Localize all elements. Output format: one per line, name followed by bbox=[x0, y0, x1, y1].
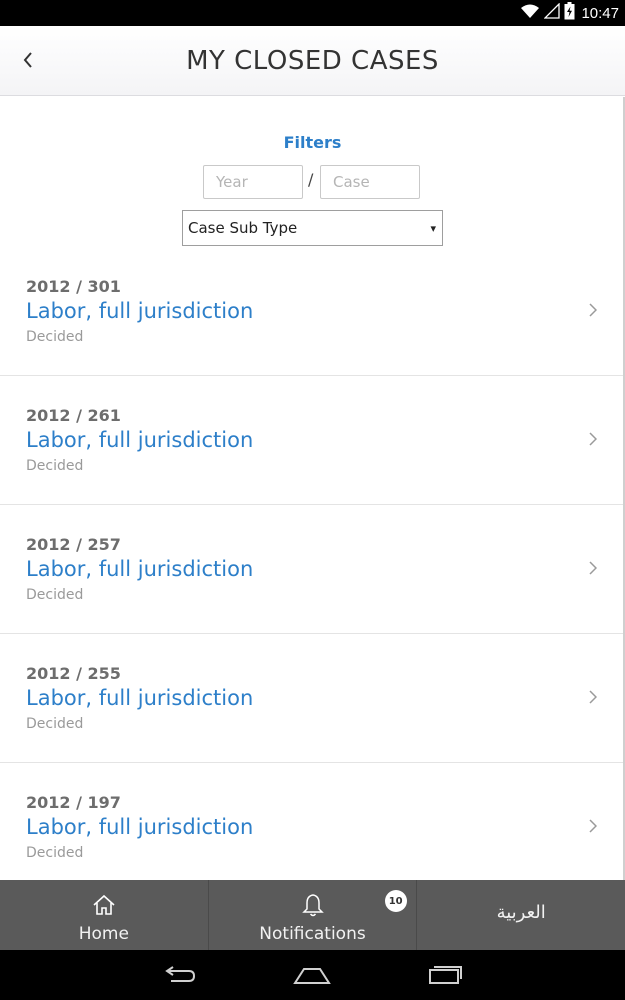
case-status: Decided bbox=[26, 716, 84, 732]
back-arrow-icon bbox=[165, 966, 196, 982]
signal-icon bbox=[543, 2, 561, 23]
case-status: Decided bbox=[26, 845, 84, 861]
case-type: Labor, full jurisdiction bbox=[26, 815, 254, 839]
bell-icon bbox=[301, 894, 324, 917]
case-status: Decided bbox=[26, 587, 84, 603]
status-bar: 10:47 bbox=[0, 0, 625, 26]
nav-home-label: Home bbox=[78, 924, 129, 944]
recents-icon bbox=[429, 966, 462, 984]
case-type: Labor, full jurisdiction bbox=[26, 428, 254, 452]
filters-title: Filters bbox=[283, 133, 342, 152]
system-nav-bar bbox=[0, 950, 625, 1000]
nav-language[interactable]: العربية bbox=[417, 880, 625, 950]
status-time: 10:47 bbox=[581, 4, 619, 22]
case-status: Decided bbox=[26, 458, 84, 474]
case-type: Labor, full jurisdiction bbox=[26, 299, 254, 323]
chevron-right-icon bbox=[589, 819, 597, 833]
chevron-right-icon bbox=[589, 690, 597, 704]
app-header: MY CLOSED CASES bbox=[0, 26, 625, 96]
nav-notifications[interactable]: 10 Notifications bbox=[209, 880, 418, 950]
battery-icon bbox=[564, 2, 575, 24]
case-status: Decided bbox=[26, 329, 84, 345]
chevron-right-icon bbox=[589, 432, 597, 446]
case-input[interactable] bbox=[320, 165, 420, 199]
case-number: 2012 / 197 bbox=[26, 793, 121, 812]
case-number: 2012 / 257 bbox=[26, 535, 121, 554]
nav-notifications-label: Notifications bbox=[259, 924, 366, 944]
filter-separator: / bbox=[308, 170, 314, 189]
filter-row: / bbox=[0, 165, 623, 199]
status-icons: 10:47 bbox=[520, 2, 619, 24]
case-list-item[interactable]: 2012 / 261 Labor, full jurisdiction Deci… bbox=[0, 376, 623, 505]
chevron-right-icon bbox=[589, 561, 597, 575]
case-list-item[interactable]: 2012 / 197 Labor, full jurisdiction Deci… bbox=[0, 763, 623, 880]
case-number: 2012 / 261 bbox=[26, 406, 121, 425]
case-list: 2012 / 301 Labor, full jurisdiction Deci… bbox=[0, 247, 623, 880]
notifications-count-badge: 10 bbox=[384, 890, 407, 912]
home-outline-icon bbox=[293, 968, 331, 984]
content-area: Filters / Case Sub Type ▾ 2012 / 301 Lab… bbox=[0, 97, 625, 880]
case-number: 2012 / 255 bbox=[26, 664, 121, 683]
nav-language-label: العربية bbox=[496, 902, 546, 923]
page-title: MY CLOSED CASES bbox=[186, 46, 439, 76]
case-type: Labor, full jurisdiction bbox=[26, 686, 254, 710]
nav-home[interactable]: Home bbox=[0, 880, 209, 950]
dropdown-arrow-icon: ▾ bbox=[430, 222, 436, 235]
home-icon bbox=[93, 894, 115, 915]
system-back-button[interactable] bbox=[159, 962, 199, 988]
system-home-button[interactable] bbox=[292, 962, 332, 988]
case-type: Labor, full jurisdiction bbox=[26, 557, 254, 581]
bottom-nav: Home 10 Notifications العربية bbox=[0, 880, 625, 950]
case-subtype-select[interactable]: Case Sub Type ▾ bbox=[182, 210, 443, 246]
case-subtype-value: Case Sub Type bbox=[188, 219, 298, 237]
year-input[interactable] bbox=[203, 165, 303, 199]
case-list-item[interactable]: 2012 / 301 Labor, full jurisdiction Deci… bbox=[0, 247, 623, 376]
case-list-item[interactable]: 2012 / 257 Labor, full jurisdiction Deci… bbox=[0, 505, 623, 634]
case-list-item[interactable]: 2012 / 255 Labor, full jurisdiction Deci… bbox=[0, 634, 623, 763]
chevron-right-icon bbox=[589, 303, 597, 317]
system-recents-button[interactable] bbox=[425, 962, 465, 988]
case-number: 2012 / 301 bbox=[26, 277, 121, 296]
wifi-icon bbox=[520, 3, 540, 23]
